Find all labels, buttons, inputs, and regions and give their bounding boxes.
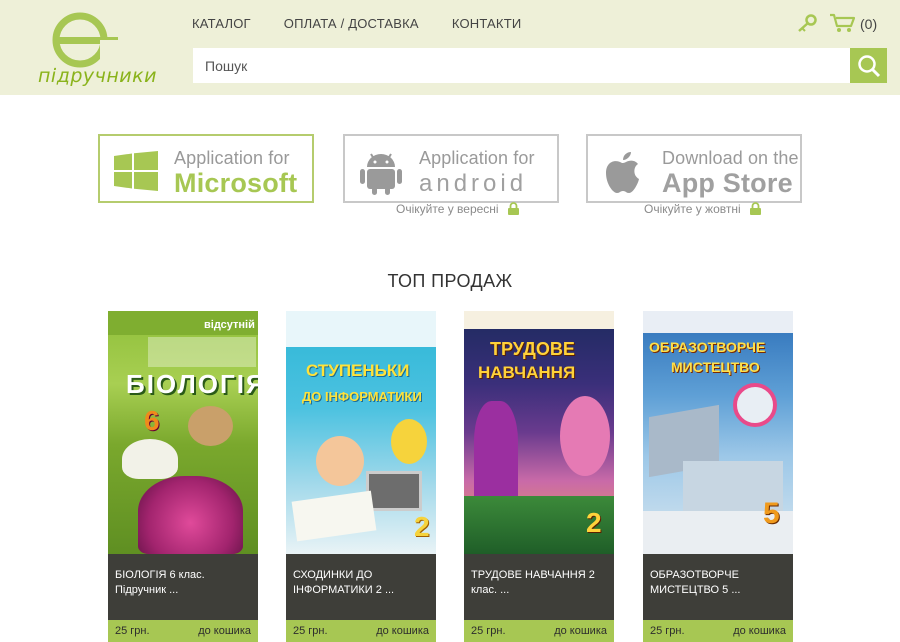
add-to-cart-button[interactable]: до кошика bbox=[733, 625, 786, 637]
header: підручники КАТАЛОГ ОПЛАТА / ДОСТАВКА КОН… bbox=[0, 0, 900, 95]
note-text: Очікуйте у жовтні bbox=[644, 202, 741, 216]
cover-title: ОБРАЗОТВОРЧЕ bbox=[649, 339, 766, 355]
cover-subtitle: НАВЧАННЯ bbox=[478, 363, 576, 382]
cover-subtitle: ДО ІНФОРМАТИКИ bbox=[302, 389, 422, 404]
book-info[interactable]: СХОДИНКИ ДО ІНФОРМАТИКИ 2 ... bbox=[286, 554, 436, 620]
badge-line2: android bbox=[419, 170, 528, 197]
ios-availability-note: Очікуйте у жовтні bbox=[644, 202, 761, 216]
cover-number: 2 bbox=[414, 511, 430, 542]
note-text: Очікуйте у вересні bbox=[396, 202, 499, 216]
search-icon bbox=[858, 55, 881, 78]
section-title: ТОП ПРОДАЖ bbox=[387, 271, 513, 291]
product-card: відсутній БІОЛОГІЯ 6 БІОЛОГІЯ 6 клас. Пі… bbox=[108, 311, 258, 642]
out-of-stock-label: відсутній bbox=[204, 319, 255, 331]
price-row: 25 грн. до кошика bbox=[108, 620, 258, 642]
lock-icon bbox=[750, 202, 761, 215]
product-card: ОБРАЗОТВОРЧЕ МИСТЕЦТВО 5 ОБРАЗОТВОРЧЕ МИ… bbox=[643, 311, 793, 642]
book-info[interactable]: ТРУДОВЕ НАВЧАННЯ 2 клас. ... bbox=[464, 554, 614, 620]
book-title[interactable]: СХОДИНКИ ДО ІНФОРМАТИКИ 2 ... bbox=[293, 568, 431, 598]
cover-title: БІОЛОГІЯ bbox=[126, 369, 258, 399]
book-info[interactable]: ОБРАЗОТВОРЧЕ МИСТЕЦТВО 5 ... bbox=[643, 554, 793, 620]
cover-title: ТРУДОВЕ bbox=[490, 339, 575, 359]
microsoft-app-badge[interactable]: Application for Microsoft bbox=[98, 134, 314, 203]
book-cover-image[interactable]: СТУПЕНЬКИ ДО ІНФОРМАТИКИ 2 bbox=[286, 311, 436, 554]
site-logo[interactable]: підручники bbox=[38, 10, 156, 88]
cover-subtitle: МИСТЕЦТВО bbox=[671, 359, 760, 375]
login-key-icon[interactable] bbox=[797, 14, 817, 32]
badge-line1: Download on the bbox=[662, 148, 799, 168]
price-row: 25 грн. до кошика bbox=[464, 620, 614, 642]
android-icon bbox=[360, 153, 402, 195]
cart-count[interactable]: (0) bbox=[860, 16, 877, 32]
logo-text: підручники bbox=[38, 65, 157, 87]
lock-icon bbox=[507, 202, 519, 215]
cover-number: 6 bbox=[144, 405, 160, 436]
nav-payment-delivery[interactable]: ОПЛАТА / ДОСТАВКА bbox=[284, 16, 419, 31]
price-row: 25 грн. до кошика bbox=[643, 620, 793, 642]
cover-number: 2 bbox=[586, 507, 602, 538]
main-nav: КАТАЛОГ ОПЛАТА / ДОСТАВКА КОНТАКТИ bbox=[192, 16, 554, 31]
cart-icon[interactable] bbox=[829, 13, 855, 33]
book-title[interactable]: БІОЛОГІЯ 6 клас. Підручник ... bbox=[115, 568, 253, 598]
badge-line2: Microsoft bbox=[174, 168, 298, 198]
nav-contacts[interactable]: КОНТАКТИ bbox=[452, 16, 522, 31]
book-price: 25 грн. bbox=[115, 625, 150, 637]
badge-line1: Application for bbox=[419, 148, 535, 168]
nav-catalog[interactable]: КАТАЛОГ bbox=[192, 16, 251, 31]
book-cover-image[interactable]: ТРУДОВЕ НАВЧАННЯ 2 bbox=[464, 311, 614, 554]
book-title[interactable]: ТРУДОВЕ НАВЧАННЯ 2 клас. ... bbox=[471, 568, 609, 598]
windows-icon bbox=[114, 151, 158, 191]
book-price: 25 грн. bbox=[650, 625, 685, 637]
android-availability-note: Очікуйте у вересні bbox=[396, 202, 519, 216]
book-price: 25 грн. bbox=[293, 625, 328, 637]
badge-line2: App Store bbox=[662, 168, 793, 198]
book-price: 25 грн. bbox=[471, 625, 506, 637]
price-row: 25 грн. до кошика bbox=[286, 620, 436, 642]
android-app-badge[interactable]: Application for android bbox=[343, 134, 559, 203]
apple-icon bbox=[606, 152, 639, 193]
add-to-cart-button[interactable]: до кошика bbox=[376, 625, 429, 637]
app-store-badge[interactable]: Download on the App Store bbox=[586, 134, 802, 203]
product-card: СТУПЕНЬКИ ДО ІНФОРМАТИКИ 2 СХОДИНКИ ДО І… bbox=[286, 311, 436, 642]
badge-line1: Application for bbox=[174, 148, 290, 168]
book-cover-image[interactable]: відсутній БІОЛОГІЯ 6 bbox=[108, 311, 258, 554]
add-to-cart-button[interactable]: до кошика bbox=[198, 625, 251, 637]
cover-number: 5 bbox=[763, 497, 780, 530]
book-cover-image[interactable]: ОБРАЗОТВОРЧЕ МИСТЕЦТВО 5 bbox=[643, 311, 793, 554]
logo-e-icon bbox=[52, 12, 118, 68]
book-title[interactable]: ОБРАЗОТВОРЧЕ МИСТЕЦТВО 5 ... bbox=[650, 568, 788, 598]
search-button[interactable] bbox=[850, 48, 887, 83]
add-to-cart-button[interactable]: до кошика bbox=[554, 625, 607, 637]
book-info[interactable]: БІОЛОГІЯ 6 клас. Підручник ... bbox=[108, 554, 258, 620]
product-card: ТРУДОВЕ НАВЧАННЯ 2 ТРУДОВЕ НАВЧАННЯ 2 кл… bbox=[464, 311, 614, 642]
cover-title: СТУПЕНЬКИ bbox=[306, 361, 410, 380]
search-input[interactable] bbox=[193, 48, 850, 83]
